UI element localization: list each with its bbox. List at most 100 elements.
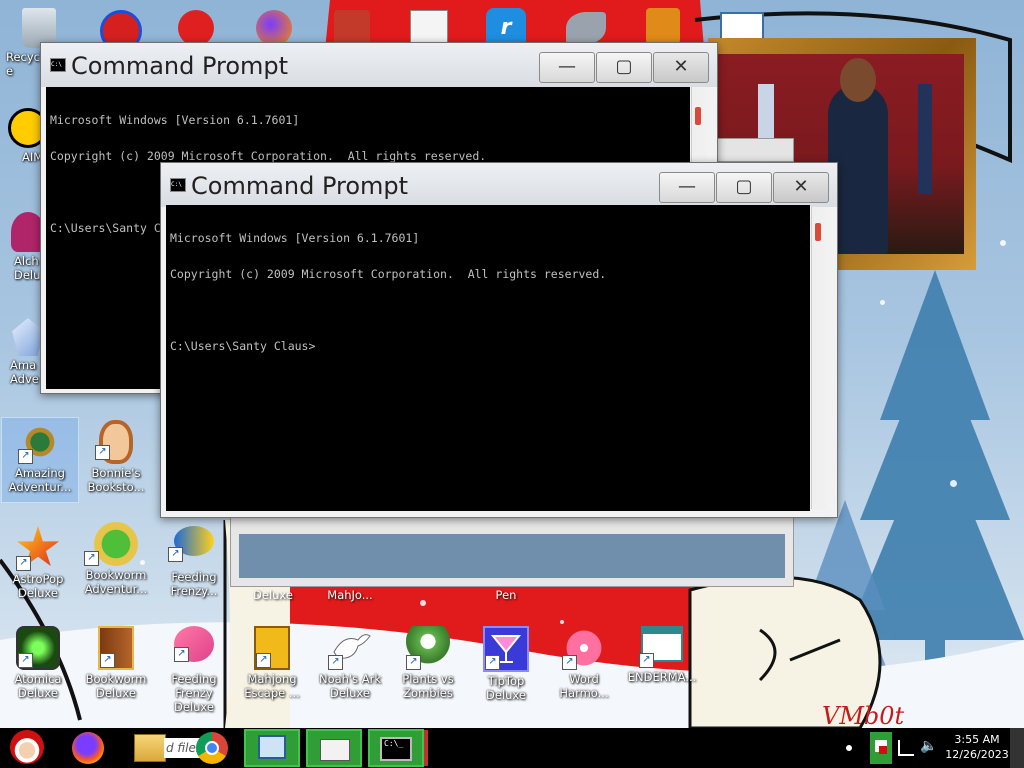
icon-label: Bookworm Deluxe [85,672,147,700]
desktop-icon-plants-vs-zombies[interactable]: ↗ Plants vs Zombies [390,626,466,700]
tray-dot-icon[interactable] [846,745,852,751]
maximize-button[interactable]: ▢ [596,52,652,83]
minimize-button[interactable]: — [539,52,595,83]
taskbar: d files C:\_ 🔈 3:55 AM 12/26/2023 [0,728,1024,768]
bookworm-icon: ↗ [84,522,138,566]
desktop-icon-bookworm-adventures[interactable]: ↗ Bookworm Adventur... [78,522,154,596]
desktop: VMb0t r Recycle AIM Alch Delu Ama Adve ↗… [0,0,1024,728]
shortcut-arrow-icon: ↗ [562,655,577,670]
icon-label: Word Harmo... [559,672,609,700]
console-output[interactable]: Microsoft Windows [Version 6.1.7601] Cop… [166,205,810,511]
dove-icon: ↗ [328,626,372,670]
console-prompt: C:\Users\Santy Claus> [170,339,316,353]
maximize-button[interactable]: ▢ [716,172,772,203]
background-window-panel [239,534,785,578]
icon-label: Mahjong Escape ... [244,672,300,700]
close-button[interactable]: ✕ [653,52,709,83]
icon-label: Plants vs Zombies [402,672,454,700]
icon-label: TipTop Deluxe [486,674,526,702]
desktop-icon-bookworm-deluxe[interactable]: ↗ Bookworm Deluxe [78,626,154,700]
console-line: Copyright (c) 2009 Microsoft Corporation… [50,149,487,163]
taskbar-chrome[interactable] [192,728,232,768]
show-desktop-button[interactable] [1010,728,1024,768]
window-title: Command Prompt [191,172,409,200]
desktop-icon-atomica[interactable]: ↗ Atomica Deluxe [0,626,76,700]
icon-label-partial: Deluxe [253,588,293,602]
background-window[interactable] [230,515,794,587]
shortcut-arrow-icon: ↗ [95,445,110,460]
desktop-icon-recycle[interactable]: Recycle [0,48,44,78]
icon-label: Feeding Frenzy... [170,570,218,598]
desktop-icon-mahjong-escape[interactable]: ↗ Mahjong Escape ... [234,626,310,700]
vertical-scrollbar[interactable] [811,207,826,509]
network-icon[interactable] [898,740,914,756]
desktop-icon-feeding-frenzy-1[interactable]: ↗ Feeding Frenzy... [156,526,232,598]
atomica-icon: ↗ [16,626,60,670]
action-center-flag-icon[interactable] [870,732,892,764]
mail-icon [320,739,350,761]
taskbar-mail[interactable] [306,729,362,767]
book-icon: ↗ [98,626,134,670]
clock-date: 12/26/2023 [945,748,1009,761]
shortcut-arrow-icon: ↗ [18,449,33,464]
clock-time: 3:55 AM [954,733,1000,746]
taskbar-firefox[interactable] [66,728,110,768]
desktop-icon-bonnies-bookstore[interactable]: ↗ Bonnie's Booksto... [78,420,154,494]
volume-icon[interactable]: 🔈 [920,738,937,754]
icon-label: Noah's Ark Deluxe [318,672,382,700]
icon-label-partial: MahJo... [327,588,373,602]
firefox-desktop-icon[interactable] [256,10,292,46]
pink-flower-icon: ↗ [562,626,606,670]
scroll-thumb[interactable] [695,107,701,125]
shark-icon[interactable] [566,12,606,44]
icon-label: Atomica Deluxe [14,672,62,700]
mahjong-tile-icon: ↗ [254,626,290,670]
shortcut-arrow-icon: ↗ [639,653,654,668]
window-app-icon: ↗ [639,626,683,668]
cmd-icon[interactable]: C:\ [50,58,66,72]
console-line: Microsoft Windows [Version 6.1.7601] [50,113,300,127]
icon-label: Recycle [6,50,44,78]
icon-label: Feeding Frenzy Deluxe [171,672,217,714]
hidden-window-edge [716,138,794,162]
shortcut-arrow-icon: ↗ [100,653,115,668]
cmd-icon: C:\_ [380,737,412,761]
system-clock[interactable]: 3:55 AM 12/26/2023 [940,732,1014,762]
cmd-icon[interactable]: C:\ [170,178,186,192]
compass-globe-icon: ↗ [18,420,62,464]
taskbar-cmd[interactable]: C:\_ [368,729,424,767]
title-bar[interactable]: C:\ Command Prompt — ▢ ✕ [41,43,717,87]
chrome-icon [196,732,228,764]
close-button[interactable]: ✕ [773,172,829,203]
title-bar[interactable]: C:\ Command Prompt — ▢ ✕ [161,163,837,207]
desktop-icon-amazing-adventures[interactable]: ↗ Amazing Adventur... [1,417,79,503]
icon-label: Bonnie's Booksto... [87,466,145,494]
shortcut-arrow-icon: ↗ [485,655,500,670]
scroll-thumb[interactable] [815,223,821,241]
start-button[interactable] [4,728,48,768]
orange-block-icon[interactable] [646,8,680,44]
taskbar-remote-desktop[interactable] [244,729,300,767]
shortcut-arrow-icon: ↗ [168,547,183,562]
shortcut-arrow-icon: ↗ [174,647,189,662]
red-creature-icon[interactable] [178,10,214,46]
bonnie-face-icon: ↗ [95,420,133,464]
cocktail-icon: ↗ [483,626,529,672]
shortcut-arrow-icon: ↗ [84,551,99,566]
desktop-icon-enderman[interactable]: ↗ ENDERMA... [624,626,700,684]
cmd-window-front[interactable]: C:\ Command Prompt — ▢ ✕ Microsoft Windo… [160,162,838,518]
torii-gate-icon[interactable] [334,10,370,46]
flower-pot-icon: ↗ [406,626,450,670]
santa-start-icon [10,730,44,764]
minimize-button[interactable]: — [659,172,715,203]
taskbar-divider [424,730,428,766]
fish-icon: ↗ [168,526,214,562]
desktop-icon-astropop[interactable]: ↗ AstroPop Deluxe [0,526,76,600]
taskbar-file-explorer[interactable]: d files [130,728,224,768]
desktop-icon-feeding-frenzy-2[interactable]: ↗ Feeding Frenzy Deluxe [156,626,232,714]
fish-icon: ↗ [174,626,214,662]
desktop-icon-word-harmony[interactable]: ↗ Word Harmo... [546,626,622,700]
desktop-icon-noahs-ark[interactable]: ↗ Noah's Ark Deluxe [312,626,388,700]
shortcut-arrow-icon: ↗ [18,653,33,668]
desktop-icon-tiptop[interactable]: ↗ TipTop Deluxe [468,626,544,702]
